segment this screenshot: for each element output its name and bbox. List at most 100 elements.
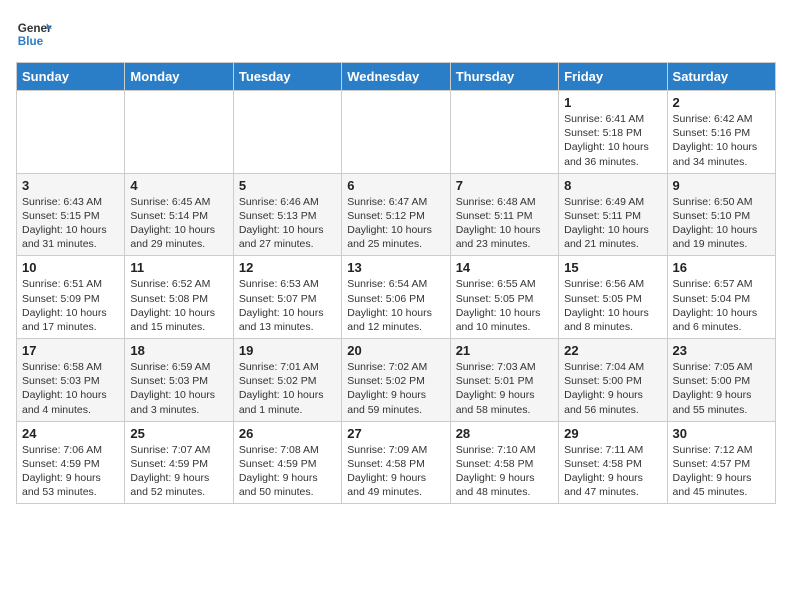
- day-number: 5: [239, 178, 336, 193]
- table-row: 24Sunrise: 7:06 AM Sunset: 4:59 PM Dayli…: [17, 421, 125, 504]
- day-number: 26: [239, 426, 336, 441]
- day-info: Sunrise: 7:03 AM Sunset: 5:01 PM Dayligh…: [456, 360, 553, 417]
- day-number: 13: [347, 260, 444, 275]
- weekday-header-row: SundayMondayTuesdayWednesdayThursdayFrid…: [17, 63, 776, 91]
- table-row: [233, 91, 341, 174]
- table-row: 12Sunrise: 6:53 AM Sunset: 5:07 PM Dayli…: [233, 256, 341, 339]
- calendar-week-row: 1 Sunrise: 6:41 AM Sunset: 5:18 PM Daylig…: [17, 91, 776, 174]
- table-row: 22Sunrise: 7:04 AM Sunset: 5:00 PM Dayli…: [559, 339, 667, 422]
- table-row: 8Sunrise: 6:49 AM Sunset: 5:11 PM Daylig…: [559, 173, 667, 256]
- day-number: 23: [673, 343, 770, 358]
- day-number: 1: [564, 95, 661, 110]
- weekday-header-sunday: Sunday: [17, 63, 125, 91]
- calendar-table: SundayMondayTuesdayWednesdayThursdayFrid…: [16, 62, 776, 504]
- weekday-header-saturday: Saturday: [667, 63, 775, 91]
- day-number: 30: [673, 426, 770, 441]
- day-info: Sunrise: 6:46 AM Sunset: 5:13 PM Dayligh…: [239, 195, 336, 252]
- day-info: Sunrise: 7:02 AM Sunset: 5:02 PM Dayligh…: [347, 360, 444, 417]
- svg-text:Blue: Blue: [18, 35, 44, 48]
- day-info: Sunrise: 7:07 AM Sunset: 4:59 PM Dayligh…: [130, 443, 227, 500]
- day-number: 20: [347, 343, 444, 358]
- weekday-header-wednesday: Wednesday: [342, 63, 450, 91]
- day-number: 3: [22, 178, 119, 193]
- table-row: 21 Sunrise: 7:03 AM Sunset: 5:01 PM Dayli…: [450, 339, 558, 422]
- day-info: Sunrise: 6:56 AM Sunset: 5:05 PM Dayligh…: [564, 277, 661, 334]
- day-info: Sunrise: 6:50 AM Sunset: 5:10 PM Dayligh…: [673, 195, 770, 252]
- day-info: Sunrise: 6:48 AM Sunset: 5:11 PM Dayligh…: [456, 195, 553, 252]
- day-info: Sunrise: 6:47 AM Sunset: 5:12 PM Dayligh…: [347, 195, 444, 252]
- table-row: 3 Sunrise: 6:43 AM Sunset: 5:15 PM Daylig…: [17, 173, 125, 256]
- day-number: 27: [347, 426, 444, 441]
- weekday-header-thursday: Thursday: [450, 63, 558, 91]
- table-row: [125, 91, 233, 174]
- table-row: 17Sunrise: 6:58 AM Sunset: 5:03 PM Dayli…: [17, 339, 125, 422]
- day-number: 9: [673, 178, 770, 193]
- day-number: 16: [673, 260, 770, 275]
- day-number: 2: [673, 95, 770, 110]
- day-info: Sunrise: 7:08 AM Sunset: 4:59 PM Dayligh…: [239, 443, 336, 500]
- day-info: Sunrise: 6:51 AM Sunset: 5:09 PM Dayligh…: [22, 277, 119, 334]
- logo-icon: General Blue: [16, 16, 52, 52]
- day-number: 28: [456, 426, 553, 441]
- calendar-week-row: 10 Sunrise: 6:51 AM Sunset: 5:09 PM Dayli…: [17, 256, 776, 339]
- day-info: Sunrise: 6:52 AM Sunset: 5:08 PM Dayligh…: [130, 277, 227, 334]
- table-row: 27Sunrise: 7:09 AM Sunset: 4:58 PM Dayli…: [342, 421, 450, 504]
- day-number: 7: [456, 178, 553, 193]
- day-number: 18: [130, 343, 227, 358]
- day-info: Sunrise: 6:43 AM Sunset: 5:15 PM Dayligh…: [22, 195, 119, 252]
- table-row: [450, 91, 558, 174]
- logo: General Blue: [16, 16, 52, 52]
- day-number: 19: [239, 343, 336, 358]
- day-info: Sunrise: 7:05 AM Sunset: 5:00 PM Dayligh…: [673, 360, 770, 417]
- day-number: 10: [22, 260, 119, 275]
- table-row: 10 Sunrise: 6:51 AM Sunset: 5:09 PM Dayli…: [17, 256, 125, 339]
- table-row: 6 Sunrise: 6:47 AM Sunset: 5:12 PM Daylig…: [342, 173, 450, 256]
- day-number: 11: [130, 260, 227, 275]
- calendar-week-row: 3 Sunrise: 6:43 AM Sunset: 5:15 PM Daylig…: [17, 173, 776, 256]
- day-number: 25: [130, 426, 227, 441]
- table-row: 7 Sunrise: 6:48 AM Sunset: 5:11 PM Daylig…: [450, 173, 558, 256]
- day-number: 14: [456, 260, 553, 275]
- day-info: Sunrise: 7:11 AM Sunset: 4:58 PM Dayligh…: [564, 443, 661, 500]
- day-info: Sunrise: 6:45 AM Sunset: 5:14 PM Dayligh…: [130, 195, 227, 252]
- day-info: Sunrise: 7:12 AM Sunset: 4:57 PM Dayligh…: [673, 443, 770, 500]
- day-number: 21: [456, 343, 553, 358]
- page-header: General Blue: [16, 16, 776, 52]
- table-row: 28 Sunrise: 7:10 AM Sunset: 4:58 PM Dayli…: [450, 421, 558, 504]
- table-row: 30 Sunrise: 7:12 AM Sunset: 4:57 PM Dayli…: [667, 421, 775, 504]
- day-number: 29: [564, 426, 661, 441]
- table-row: [17, 91, 125, 174]
- day-number: 22: [564, 343, 661, 358]
- table-row: 4 Sunrise: 6:45 AM Sunset: 5:14 PM Daylig…: [125, 173, 233, 256]
- table-row: 29 Sunrise: 7:11 AM Sunset: 4:58 PM Dayli…: [559, 421, 667, 504]
- day-info: Sunrise: 6:57 AM Sunset: 5:04 PM Dayligh…: [673, 277, 770, 334]
- day-info: Sunrise: 7:06 AM Sunset: 4:59 PM Dayligh…: [22, 443, 119, 500]
- day-info: Sunrise: 7:10 AM Sunset: 4:58 PM Dayligh…: [456, 443, 553, 500]
- day-number: 4: [130, 178, 227, 193]
- day-number: 15: [564, 260, 661, 275]
- table-row: 14 Sunrise: 6:55 AM Sunset: 5:05 PM Dayli…: [450, 256, 558, 339]
- day-info: Sunrise: 6:41 AM Sunset: 5:18 PM Dayligh…: [564, 112, 661, 169]
- table-row: 1 Sunrise: 6:41 AM Sunset: 5:18 PM Daylig…: [559, 91, 667, 174]
- day-info: Sunrise: 7:01 AM Sunset: 5:02 PM Dayligh…: [239, 360, 336, 417]
- weekday-header-monday: Monday: [125, 63, 233, 91]
- calendar-week-row: 17Sunrise: 6:58 AM Sunset: 5:03 PM Dayli…: [17, 339, 776, 422]
- day-number: 17: [22, 343, 119, 358]
- table-row: 13 Sunrise: 6:54 AM Sunset: 5:06 PM Dayli…: [342, 256, 450, 339]
- table-row: 16 Sunrise: 6:57 AM Sunset: 5:04 PM Dayli…: [667, 256, 775, 339]
- day-info: Sunrise: 6:42 AM Sunset: 5:16 PM Dayligh…: [673, 112, 770, 169]
- weekday-header-tuesday: Tuesday: [233, 63, 341, 91]
- table-row: 25 Sunrise: 7:07 AM Sunset: 4:59 PM Dayli…: [125, 421, 233, 504]
- day-info: Sunrise: 6:54 AM Sunset: 5:06 PM Dayligh…: [347, 277, 444, 334]
- day-info: Sunrise: 6:55 AM Sunset: 5:05 PM Dayligh…: [456, 277, 553, 334]
- table-row: 2 Sunrise: 6:42 AM Sunset: 5:16 PM Daylig…: [667, 91, 775, 174]
- table-row: 11 Sunrise: 6:52 AM Sunset: 5:08 PM Dayli…: [125, 256, 233, 339]
- day-info: Sunrise: 6:59 AM Sunset: 5:03 PM Dayligh…: [130, 360, 227, 417]
- day-info: Sunrise: 6:53 AM Sunset: 5:07 PM Dayligh…: [239, 277, 336, 334]
- table-row: 15 Sunrise: 6:56 AM Sunset: 5:05 PM Dayli…: [559, 256, 667, 339]
- day-info: Sunrise: 6:49 AM Sunset: 5:11 PM Dayligh…: [564, 195, 661, 252]
- table-row: 26 Sunrise: 7:08 AM Sunset: 4:59 PM Dayli…: [233, 421, 341, 504]
- day-number: 6: [347, 178, 444, 193]
- table-row: 9 Sunrise: 6:50 AM Sunset: 5:10 PM Daylig…: [667, 173, 775, 256]
- weekday-header-friday: Friday: [559, 63, 667, 91]
